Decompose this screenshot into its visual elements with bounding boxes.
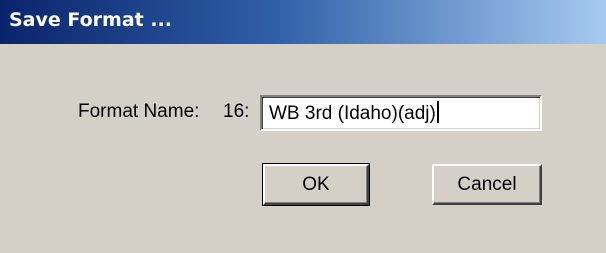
save-format-dialog: Save Format ... Format Name: 16: WB 3rd …	[0, 0, 606, 253]
dialog-body: Format Name: 16: WB 3rd (Idaho)(adj) OK …	[0, 44, 606, 253]
format-name-value: WB 3rd (Idaho)(adj)	[269, 101, 439, 125]
text-caret	[436, 101, 439, 123]
format-name-input[interactable]: WB 3rd (Idaho)(adj)	[260, 95, 542, 131]
format-name-text: WB 3rd (Idaho)(adj)	[269, 103, 436, 124]
format-number-label: 16:	[223, 101, 250, 122]
title-bar[interactable]: Save Format ...	[0, 0, 606, 44]
ok-button[interactable]: OK	[262, 163, 370, 206]
format-name-label: Format Name:	[78, 101, 200, 122]
cancel-button[interactable]: Cancel	[432, 164, 542, 205]
dialog-title: Save Format ...	[9, 9, 172, 31]
